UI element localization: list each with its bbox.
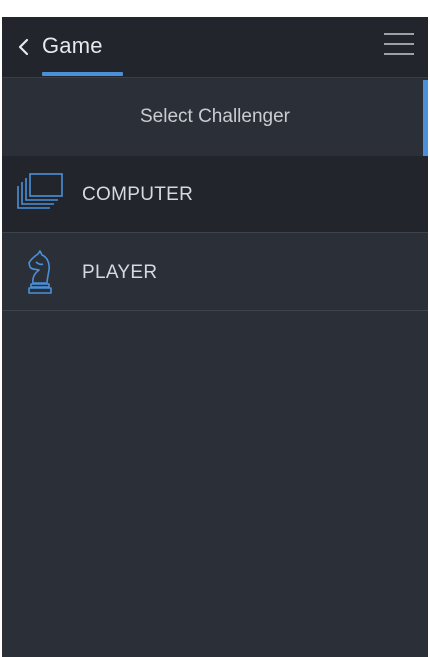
challenger-list: Select Challenger COMPUTER PLAYER	[2, 78, 428, 657]
menu-button[interactable]	[384, 33, 416, 59]
chess-knight-icon	[16, 250, 66, 296]
page-title: Game	[42, 33, 103, 58]
title-tab-indicator	[42, 72, 123, 76]
top-app-bar: Game	[2, 17, 428, 78]
section-subtitle: Select Challenger	[2, 78, 428, 156]
computer-stack-icon	[16, 172, 66, 218]
list-item-label: PLAYER	[82, 262, 158, 283]
app-screen: Game Select Challenger COMPUTER PLAYER	[2, 17, 428, 657]
back-button[interactable]	[10, 31, 40, 63]
list-item-player[interactable]: PLAYER	[2, 234, 428, 311]
hamburger-menu-icon	[384, 33, 416, 55]
scrollbar[interactable]	[423, 80, 428, 156]
chevron-left-icon	[18, 38, 29, 56]
list-item-computer[interactable]: COMPUTER	[2, 156, 428, 233]
list-item-label: COMPUTER	[82, 184, 194, 205]
